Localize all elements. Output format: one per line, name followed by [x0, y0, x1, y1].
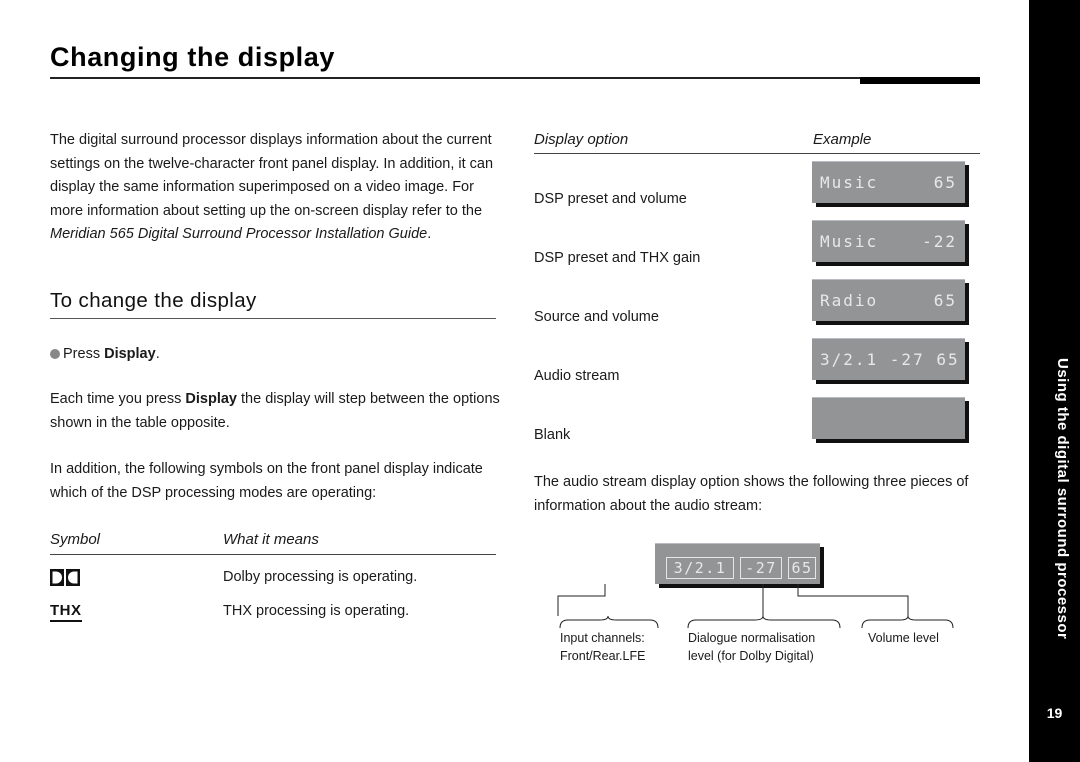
options-table-rule — [534, 153, 980, 154]
each-time-paragraph: Each time you press Display the display … — [50, 388, 500, 435]
option-label: Source and volume — [534, 309, 659, 325]
lcd-left-text: 3/2.1 -27 65 — [820, 350, 960, 369]
title-rule — [50, 77, 980, 79]
page-title: Changing the display — [50, 42, 336, 72]
label-line: Dialogue normalisation — [688, 631, 816, 645]
bracket-connectors — [557, 584, 954, 629]
step-press-display: Press Display. — [50, 343, 160, 367]
label-line: level (for Dolby Digital) — [688, 649, 814, 663]
each-time-text: Each time you press — [50, 391, 186, 407]
section-heading: To change the display — [50, 289, 257, 312]
symbols-table-rule — [50, 554, 496, 555]
label-volume-level: Volume level — [868, 629, 939, 647]
option-label: Blank — [534, 427, 571, 443]
dolby-double-d-icon — [50, 569, 80, 586]
audio-stream-note: The audio stream display option shows th… — [534, 474, 969, 514]
option-label: DSP preset and THX gain — [534, 250, 701, 266]
lcd-example-audio-stream: 3/2.1 -27 65 — [812, 338, 965, 380]
page-number: 19 — [1046, 705, 1063, 721]
label-dialogue-normalisation: Dialogue normalisation level (for Dolby … — [688, 629, 815, 665]
display-option-column-header: Display option — [534, 131, 629, 148]
label-line: Input channels: — [560, 631, 645, 645]
bracket-input-channels — [557, 584, 659, 629]
thx-logo-text: THX — [50, 603, 82, 622]
guide-reference: Meridian 565 Digital Surround Processor … — [50, 226, 428, 242]
option-label: DSP preset and volume — [534, 191, 687, 207]
lcd-example-source-volume: Radio 65 — [812, 279, 965, 321]
intro-end: . — [427, 226, 432, 242]
bullet-icon — [50, 349, 60, 359]
display-button-name: Display — [104, 346, 156, 362]
lcd-right-text: -22 — [922, 232, 957, 251]
lcd-right-text: 65 — [933, 173, 957, 192]
label-line: Volume level — [868, 631, 939, 645]
step-end: . — [155, 346, 160, 362]
segment-input-channels: 3/2.1 — [666, 557, 734, 579]
option-label: Audio stream — [534, 368, 620, 384]
label-input-channels: Input channels: Front/Rear.LFE — [560, 629, 645, 665]
lcd-right-text: 65 — [933, 291, 957, 310]
title-rule-accent — [860, 77, 980, 84]
bracket-volume-level-connector — [797, 584, 954, 629]
lcd-example-blank — [812, 397, 965, 439]
intro-paragraph: The digital surround processor displays … — [50, 129, 500, 247]
in-addition-paragraph: In addition, the following symbols on th… — [50, 461, 483, 501]
thx-meaning: THX processing is operating. — [223, 603, 410, 619]
lcd-left-text: Music — [820, 232, 879, 251]
lcd-left-text: Music — [820, 173, 879, 192]
example-column-header: Example — [813, 131, 872, 148]
audio-stream-lcd-diagram: 3/2.1 -27 65 — [655, 543, 820, 584]
chapter-tab-label: Using the digital surround processor — [1054, 358, 1071, 640]
dolby-meaning: Dolby processing is operating. — [223, 569, 418, 585]
display-button-name: Display — [185, 391, 237, 407]
section-rule — [50, 318, 496, 319]
step-text: Press — [63, 346, 105, 362]
label-line: Front/Rear.LFE — [560, 649, 646, 663]
thx-logo-icon: THX — [50, 602, 82, 622]
segment-dialogue-normalisation: -27 — [740, 557, 782, 579]
symbol-column-header: Symbol — [50, 531, 101, 548]
lcd-example-dsp-volume: Music 65 — [812, 161, 965, 203]
bracket-dialogue — [687, 584, 841, 629]
intro-text: The digital surround processor displays … — [50, 132, 494, 219]
lcd-example-dsp-thx-gain: Music -22 — [812, 220, 965, 262]
segment-volume: 65 — [788, 557, 816, 579]
lcd-left-text: Radio — [820, 291, 879, 310]
meaning-column-header: What it means — [223, 531, 319, 548]
